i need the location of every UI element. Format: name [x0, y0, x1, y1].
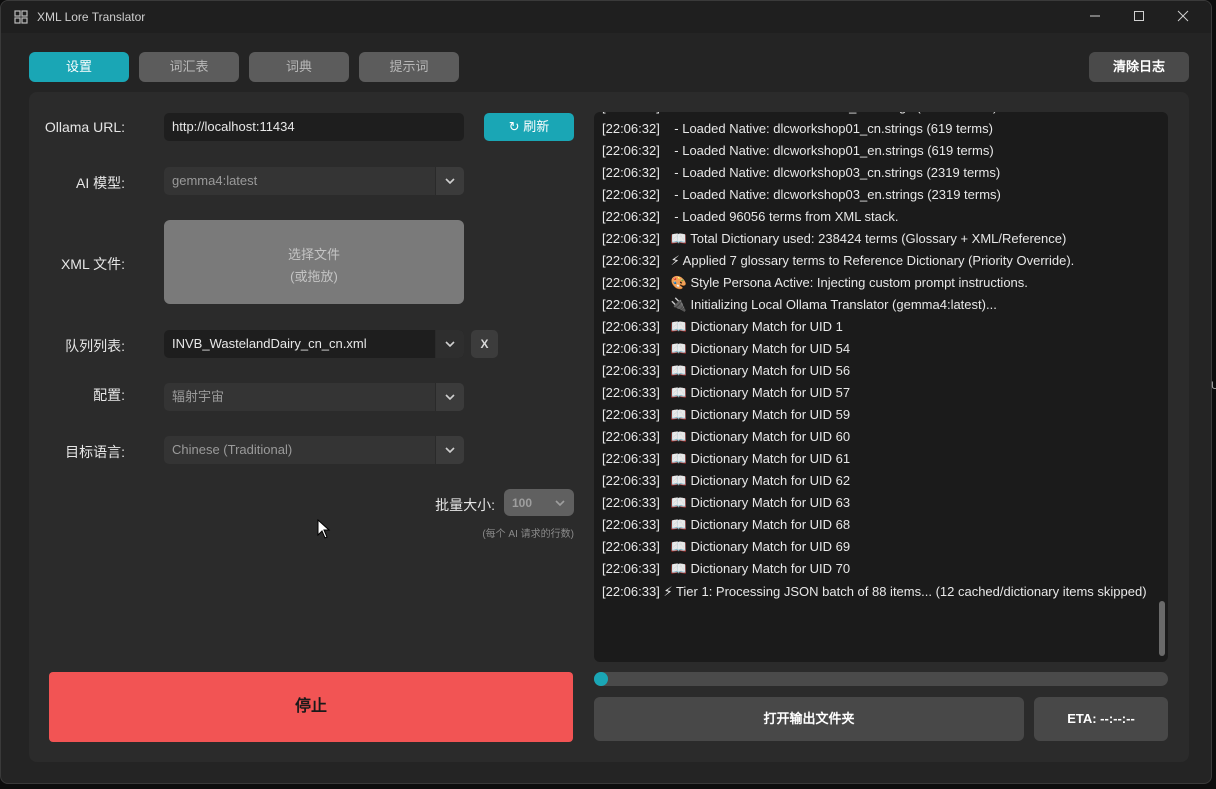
tab-glossary[interactable]: 词汇表: [139, 52, 239, 82]
log-line: [22:06:33] 📖 Dictionary Match for UID 57: [602, 385, 851, 400]
log-lines: [22:06:32] - Loaded Native: dlcnukaworld…: [602, 112, 1150, 600]
log-line: [22:06:32] 🎨 Style Persona Active: Injec…: [602, 275, 1028, 290]
progress-bar: [594, 672, 1168, 686]
background-text-fragment: U: [1211, 380, 1216, 392]
log-line: [22:06:33] 📖 Dictionary Match for UID 54: [602, 341, 851, 356]
ai-model-dropdown-button[interactable]: [435, 167, 464, 195]
log-panel[interactable]: [22:06:32] - Loaded Native: dlcnukaworld…: [594, 112, 1168, 662]
log-line: [22:06:32] - Loaded Native: dlcworkshop0…: [602, 143, 994, 158]
open-output-folder-button[interactable]: 打开输出文件夹: [594, 697, 1024, 741]
refresh-button[interactable]: ↻ 刷新: [484, 113, 574, 141]
tab-settings[interactable]: 设置: [29, 52, 129, 82]
target-language-select[interactable]: Chinese (Traditional): [164, 436, 464, 464]
maximize-button[interactable]: [1117, 4, 1161, 30]
ai-model-select[interactable]: gemma4:latest: [164, 167, 464, 195]
config-value: 辐射宇宙: [172, 389, 225, 404]
chevron-down-icon: [555, 500, 565, 506]
tab-dictionary[interactable]: 词典: [249, 52, 349, 82]
config-label: 配置:: [93, 387, 125, 403]
log-line: [22:06:32] - Loaded Native: dlcworkshop0…: [602, 187, 1001, 202]
target-language-dropdown-button[interactable]: [435, 436, 464, 464]
log-line: [22:06:33] ⚡ Tier 1: Processing JSON bat…: [602, 584, 1147, 599]
batch-size-value: 100: [512, 496, 533, 510]
refresh-label: 刷新: [523, 119, 550, 134]
log-line: [22:06:32] - Loaded Native: dlcworkshop0…: [602, 165, 1001, 180]
stop-button[interactable]: 停止: [49, 672, 573, 742]
refresh-icon: ↻: [508, 119, 520, 134]
batch-size-hint: (每个 AI 请求的行数): [482, 529, 574, 540]
remove-queue-item-button[interactable]: X: [471, 330, 498, 358]
log-line: [22:06:33] 📖 Dictionary Match for UID 62: [602, 473, 851, 488]
close-icon: [1177, 10, 1189, 22]
target-language-value: Chinese (Traditional): [172, 442, 293, 457]
log-line: [22:06:32] - Loaded Native: dlcworkshop0…: [602, 121, 993, 136]
tab-prompts[interactable]: 提示词: [359, 52, 459, 82]
log-line: [22:06:32] - Loaded 96056 terms from XML…: [602, 209, 899, 224]
log-line: [22:06:33] 📖 Dictionary Match for UID 61: [602, 451, 851, 466]
log-line: [22:06:33] 📖 Dictionary Match for UID 59: [602, 407, 851, 422]
batch-size-select[interactable]: 100: [504, 489, 574, 516]
config-dropdown-button[interactable]: [435, 383, 464, 411]
chevron-down-icon: [445, 178, 455, 184]
window-title: XML Lore Translator: [37, 10, 146, 24]
log-scrollbar[interactable]: [1159, 601, 1165, 656]
target-language-label: 目标语言:: [65, 444, 125, 460]
chevron-down-icon: [445, 394, 455, 400]
drop-zone-hint: (或拖放): [290, 269, 338, 284]
chevron-down-icon: [445, 341, 455, 347]
queue-label: 队列列表:: [65, 338, 125, 354]
config-select[interactable]: 辐射宇宙: [164, 383, 464, 411]
minimize-icon: [1090, 15, 1100, 17]
queue-select[interactable]: INVB_WastelandDairy_cn_cn.xml: [164, 330, 464, 358]
log-line: [22:06:33] 📖 Dictionary Match for UID 1: [602, 319, 843, 334]
queue-dropdown-button[interactable]: [435, 330, 464, 358]
log-line: [22:06:33] 📖 Dictionary Match for UID 68: [602, 517, 851, 532]
ollama-url-label: Ollama URL:: [44, 119, 125, 135]
progress-fill: [594, 672, 608, 686]
app-window: XML Lore Translator 设置 词汇表 词典 提示词 清除日志 O…: [0, 0, 1212, 784]
mouse-cursor-icon: [317, 519, 331, 539]
log-line: [22:06:32] 🔌 Initializing Local Ollama T…: [602, 297, 997, 312]
eta-display: ETA: --:--:--: [1034, 697, 1168, 741]
queue-value: INVB_WastelandDairy_cn_cn.xml: [172, 336, 367, 351]
log-line: [22:06:33] 📖 Dictionary Match for UID 69: [602, 539, 851, 554]
xml-file-label: XML 文件:: [60, 256, 125, 272]
minimize-button[interactable]: [1073, 4, 1117, 30]
log-line: [22:06:32] ⚡ Applied 7 glossary terms to…: [602, 253, 1075, 268]
close-button[interactable]: [1161, 4, 1205, 30]
ai-model-value: gemma4:latest: [172, 173, 258, 188]
log-line: [22:06:33] 📖 Dictionary Match for UID 56: [602, 363, 851, 378]
log-line: [22:06:32] 📖 Total Dictionary used: 2384…: [602, 231, 1067, 246]
clear-log-button[interactable]: 清除日志: [1089, 52, 1189, 82]
file-drop-zone[interactable]: 选择文件 (或拖放): [164, 220, 464, 304]
drop-zone-text: 选择文件: [287, 247, 340, 262]
ai-model-label: AI 模型:: [75, 175, 125, 191]
chevron-down-icon: [445, 447, 455, 453]
log-line: [22:06:33] 📖 Dictionary Match for UID 60: [602, 429, 851, 444]
title-bar: XML Lore Translator: [1, 1, 1211, 33]
maximize-icon: [1134, 11, 1144, 21]
log-line: [22:06:33] 📖 Dictionary Match for UID 63: [602, 495, 851, 510]
log-line: [22:06:33] 📖 Dictionary Match for UID 70: [602, 561, 851, 576]
ollama-url-input[interactable]: http://localhost:11434: [164, 113, 464, 141]
batch-size-label: 批量大小:: [435, 497, 495, 513]
app-icon: [14, 10, 28, 24]
